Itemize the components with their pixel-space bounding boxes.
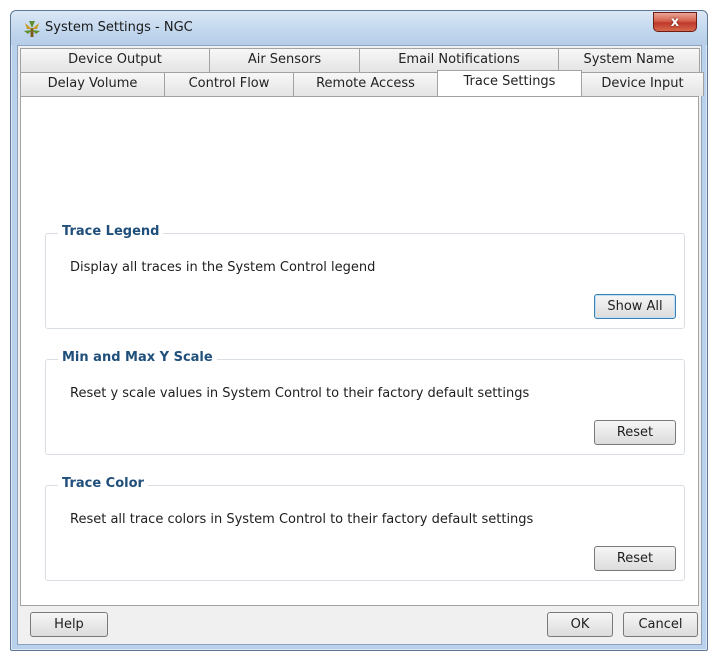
trace-legend-title: Trace Legend xyxy=(58,224,164,239)
min-max-y-scale-description: Reset y scale values in System Control t… xyxy=(70,386,530,401)
tab-row-bottom: Delay Volume Control Flow Remote Access … xyxy=(20,70,704,96)
tab-remote-access[interactable]: Remote Access xyxy=(293,72,438,96)
tab-delay-volume[interactable]: Delay Volume xyxy=(20,72,165,96)
tab-device-output[interactable]: Device Output xyxy=(20,48,210,72)
close-icon: x xyxy=(670,14,680,30)
reset-trace-color-button[interactable]: Reset xyxy=(594,546,676,571)
app-logo-icon xyxy=(24,21,40,37)
show-all-button[interactable]: Show All xyxy=(594,294,676,319)
cancel-button[interactable]: Cancel xyxy=(623,612,698,637)
tab-air-sensors[interactable]: Air Sensors xyxy=(209,48,360,72)
trace-settings-panel: Trace Legend Display all traces in the S… xyxy=(20,96,699,606)
tab-device-input[interactable]: Device Input xyxy=(581,72,704,96)
close-button[interactable]: x xyxy=(653,12,697,32)
trace-color-title: Trace Color xyxy=(58,476,148,491)
tab-email-notifications[interactable]: Email Notifications xyxy=(359,48,559,72)
min-max-y-scale-title: Min and Max Y Scale xyxy=(58,350,217,365)
tab-trace-settings[interactable]: Trace Settings xyxy=(437,70,582,96)
help-button[interactable]: Help xyxy=(30,612,108,637)
tab-system-name[interactable]: System Name xyxy=(558,48,700,72)
window-title: System Settings - NGC xyxy=(45,20,193,35)
tab-control-flow[interactable]: Control Flow xyxy=(164,72,294,96)
title-bar[interactable]: System Settings - NGC x xyxy=(11,11,707,45)
dialog-body: Device Output Air Sensors Email Notifica… xyxy=(17,45,704,645)
settings-window: System Settings - NGC x Device Output Ai… xyxy=(10,10,708,651)
trace-legend-description: Display all traces in the System Control… xyxy=(70,260,376,275)
min-max-y-scale-group: Min and Max Y Scale Reset y scale values… xyxy=(45,350,685,455)
trace-legend-group: Trace Legend Display all traces in the S… xyxy=(45,224,685,329)
ok-button[interactable]: OK xyxy=(547,612,613,637)
trace-color-group: Trace Color Reset all trace colors in Sy… xyxy=(45,476,685,581)
reset-y-scale-button[interactable]: Reset xyxy=(594,420,676,445)
trace-color-description: Reset all trace colors in System Control… xyxy=(70,512,534,527)
tab-row-top: Device Output Air Sensors Email Notifica… xyxy=(20,48,700,72)
